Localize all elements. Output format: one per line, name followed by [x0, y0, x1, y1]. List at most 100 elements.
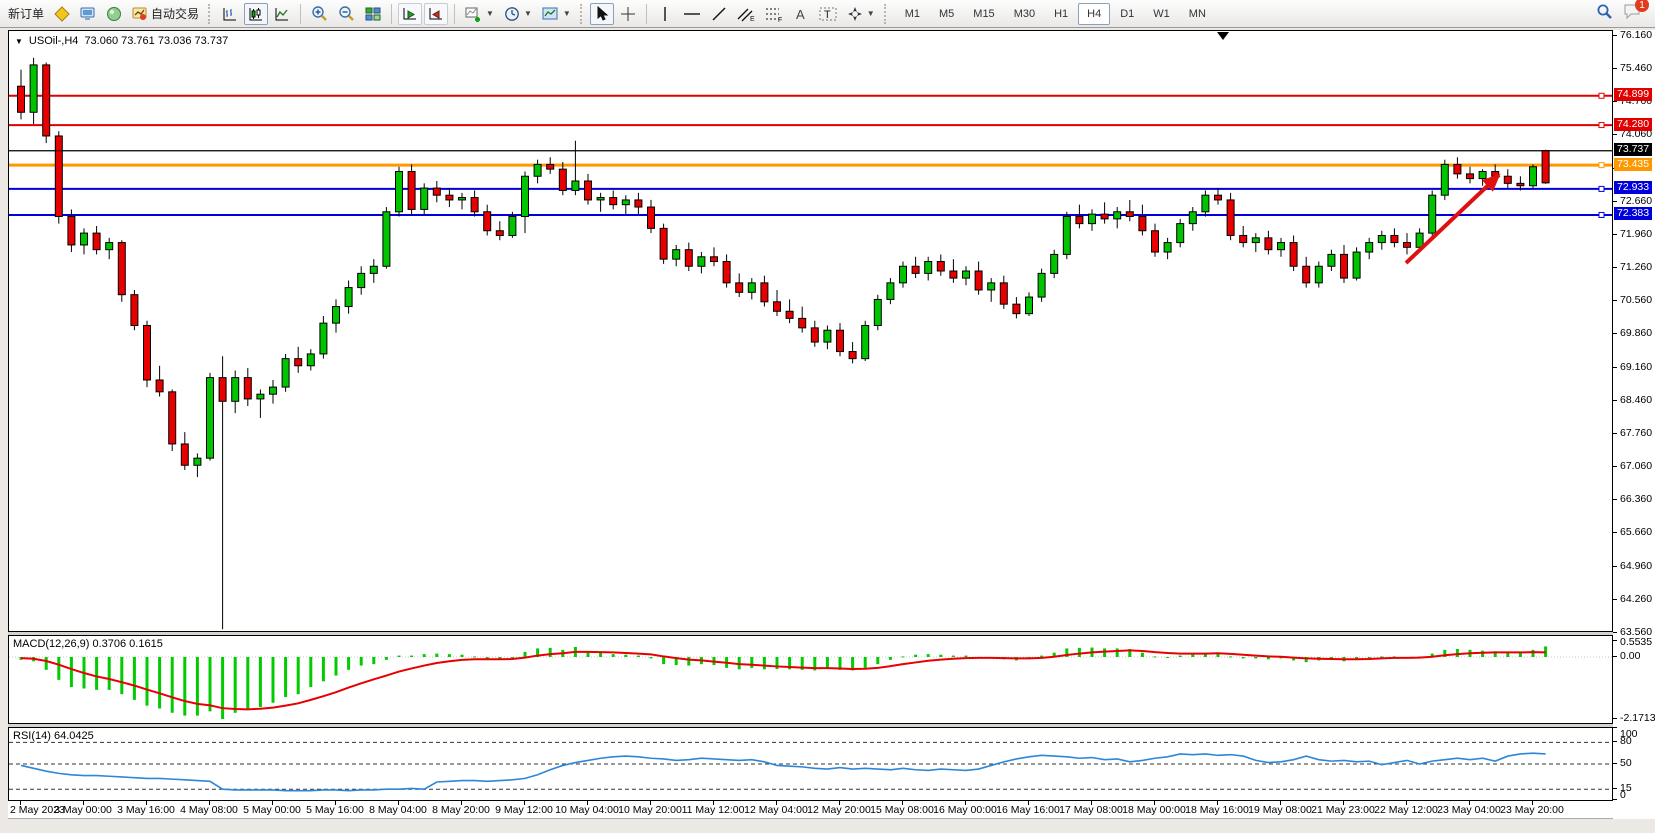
navigator-icon[interactable]	[102, 3, 126, 25]
candle	[811, 321, 818, 347]
text-tool-icon[interactable]: A	[789, 3, 813, 25]
rsi-pane[interactable]: RSI(14) 64.0425	[8, 727, 1613, 801]
candle	[144, 321, 151, 387]
candle	[1076, 205, 1083, 229]
crosshair-tool-icon[interactable]	[616, 3, 640, 25]
price-axis-tick	[1613, 599, 1617, 600]
bar-chart-type-icon[interactable]	[218, 3, 242, 25]
candle	[648, 200, 655, 233]
rsi-line	[21, 753, 1546, 790]
chevron-down-icon[interactable]: ▼	[486, 9, 494, 18]
candle	[559, 162, 566, 195]
candle	[1290, 235, 1297, 271]
price-axis-label: 75.460	[1620, 62, 1652, 74]
tile-windows-icon[interactable]	[361, 3, 385, 25]
rsi-axis-label: 50	[1620, 757, 1632, 769]
timeframe-button-W1[interactable]: W1	[1144, 3, 1179, 25]
timeframe-button-D1[interactable]: D1	[1111, 3, 1143, 25]
time-axis-label: 5 May 16:00	[306, 804, 364, 816]
candle	[1215, 188, 1222, 205]
time-axis-label: 10 May 20:00	[618, 804, 682, 816]
zoom-out-icon[interactable]	[334, 3, 359, 25]
chart-shift-icon[interactable]	[424, 3, 448, 25]
arrows-tool-icon[interactable]: ▼	[843, 3, 879, 25]
line-end-marker[interactable]	[1599, 186, 1604, 191]
time-axis-label: 19 May 08:00	[1248, 804, 1312, 816]
notifications-button[interactable]: 1	[1623, 3, 1641, 24]
zoom-in-icon[interactable]	[307, 3, 332, 25]
vertical-line-tool-icon[interactable]	[653, 3, 677, 25]
time-axis-label: 15 May 08:00	[870, 804, 934, 816]
candle	[1303, 257, 1310, 288]
price-badge-74.899: 74.899	[1614, 88, 1652, 101]
horizontal-lines[interactable]	[9, 96, 1612, 215]
candle	[1202, 190, 1209, 216]
periods-clock-icon[interactable]: ▼	[500, 3, 536, 25]
cursor-tool-icon[interactable]	[590, 3, 614, 25]
chart-dropdown-icon[interactable]: ▼	[15, 37, 23, 46]
indicators-icon[interactable]: ▼	[461, 3, 498, 25]
chevron-down-icon[interactable]: ▼	[867, 9, 875, 18]
macd-axis-label: -2.1713	[1620, 712, 1655, 724]
timeframe-button-M1[interactable]: M1	[896, 3, 929, 25]
candle	[106, 238, 113, 259]
price-axis-label: 67.060	[1620, 460, 1652, 472]
candle	[383, 207, 390, 269]
line-end-marker[interactable]	[1599, 163, 1604, 168]
line-end-marker[interactable]	[1599, 123, 1604, 128]
candle	[1051, 250, 1058, 278]
line-end-marker[interactable]	[1599, 212, 1604, 217]
timeframe-button-H1[interactable]: H1	[1045, 3, 1077, 25]
chevron-down-icon[interactable]: ▼	[524, 9, 532, 18]
charts-profile-icon[interactable]	[50, 3, 74, 25]
timeframe-button-M30[interactable]: M30	[1005, 3, 1044, 25]
timeframe-button-MN[interactable]: MN	[1180, 3, 1215, 25]
search-icon[interactable]	[1596, 3, 1613, 25]
timeframe-button-M15[interactable]: M15	[964, 3, 1003, 25]
price-axis[interactable]: 76.16075.46074.76074.06073.36072.66071.9…	[1613, 30, 1655, 819]
price-chart-pane[interactable]: ▼ USOil-,H4 73.060 73.761 73.036 73.737	[8, 30, 1613, 632]
autotrading-button[interactable]: 自动交易	[128, 3, 203, 25]
candle	[799, 307, 806, 333]
toolbar-separator	[391, 4, 392, 24]
candle	[1467, 167, 1474, 184]
new-order-button[interactable]: 新订单	[4, 3, 48, 25]
timeframe-button-M5[interactable]: M5	[930, 3, 963, 25]
line-chart-type-icon[interactable]	[270, 3, 294, 25]
trendline-tool-icon[interactable]	[707, 3, 731, 25]
price-axis-label: 65.660	[1620, 526, 1652, 538]
candle	[572, 141, 579, 195]
candle	[1378, 231, 1385, 250]
candle	[1341, 245, 1348, 283]
candle	[282, 354, 289, 392]
toolbar-grip	[208, 4, 213, 24]
candle	[181, 432, 188, 470]
rsi-axis-tick	[1613, 763, 1617, 764]
templates-icon[interactable]: ▼	[538, 3, 575, 25]
equidistant-channel-tool-icon[interactable]: E	[733, 3, 759, 25]
macd-pane[interactable]: MACD(12,26,9) 0.3706 0.1615	[8, 635, 1613, 724]
candle	[900, 262, 907, 288]
timeframe-buttons: M1M5M15M30H1H4D1W1MN	[896, 3, 1215, 25]
auto-scroll-icon[interactable]	[398, 3, 422, 25]
candle	[1441, 160, 1448, 200]
price-axis-label: 69.160	[1620, 361, 1652, 373]
candlestick-chart-type-icon[interactable]	[244, 3, 268, 25]
candle	[925, 257, 932, 281]
candle	[1315, 262, 1322, 288]
horizontal-line-tool-icon[interactable]	[679, 3, 705, 25]
fibonacci-tool-icon[interactable]: F	[761, 3, 787, 25]
text-label-tool-icon[interactable]: T	[815, 3, 841, 25]
chevron-down-icon[interactable]: ▼	[563, 9, 571, 18]
candle	[244, 368, 251, 406]
candle	[950, 259, 957, 283]
time-axis[interactable]: 2 May 20233 May 00:003 May 16:004 May 08…	[8, 801, 1613, 819]
time-axis-label: 3 May 00:00	[54, 804, 112, 816]
timeframe-button-H4[interactable]: H4	[1078, 3, 1110, 25]
market-watch-icon[interactable]	[76, 3, 100, 25]
line-end-marker[interactable]	[1599, 93, 1604, 98]
candle	[496, 221, 503, 240]
price-axis-label: 69.860	[1620, 327, 1652, 339]
candle	[1089, 209, 1096, 230]
rsi-axis-label: 0	[1620, 789, 1626, 801]
